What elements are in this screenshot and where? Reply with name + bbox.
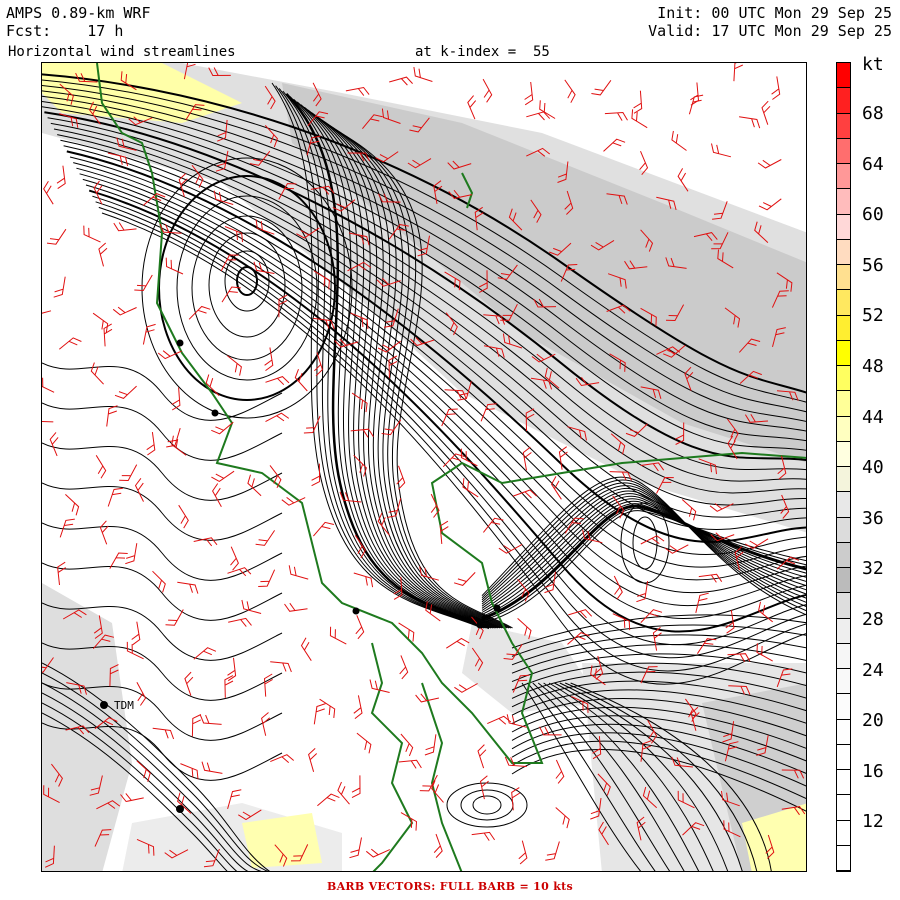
colorbar-segment <box>837 340 850 366</box>
colorbar-segment <box>837 189 850 215</box>
colorbar-segment <box>837 694 850 720</box>
colorbar-segment <box>837 467 850 493</box>
colorbar-tick-label: 32 <box>862 558 884 580</box>
colorbar-segment <box>837 164 850 190</box>
barb-legend: BARB VECTORS: FULL BARB = 10 kts <box>327 880 573 893</box>
colorbar-segment <box>837 820 850 846</box>
colorbar-segment <box>837 845 850 871</box>
colorbar-segment <box>837 744 850 770</box>
colorbar-tick-label: 24 <box>862 659 884 681</box>
colorbar-segment <box>837 265 850 291</box>
colorbar-segment <box>837 643 850 669</box>
colorbar-segment <box>837 770 850 796</box>
colorbar-segment <box>837 441 850 467</box>
colorbar-segment <box>837 88 850 114</box>
colorbar-tick-label: 44 <box>862 406 884 428</box>
colorbar-tick-label: 36 <box>862 507 884 529</box>
wind-speed-colorbar <box>836 62 851 872</box>
colorbar-segment <box>837 517 850 543</box>
colorbar-segment <box>837 795 850 821</box>
colorbar-segment <box>837 239 850 265</box>
colorbar-segment <box>837 669 850 695</box>
colorbar-tick-label: 48 <box>862 356 884 377</box>
colorbar-unit: kt <box>862 54 884 75</box>
colorbar-tick-label: 16 <box>862 760 884 782</box>
colorbar-segment <box>837 568 850 594</box>
station-markers: TDM <box>100 339 501 813</box>
map-panel: TDM <box>41 62 807 872</box>
colorbar-segment <box>837 391 850 417</box>
forecast-hour: Fcst: 17 h <box>6 22 124 40</box>
colorbar-tick-label: 52 <box>862 305 884 327</box>
colorbar-segment <box>837 618 850 644</box>
colorbar-segment <box>837 214 850 240</box>
field-title: Horizontal wind streamlines <box>8 44 236 60</box>
station-tdm-marker <box>100 701 108 709</box>
colorbar-segment <box>837 492 850 518</box>
level-label: at k-index = 55 <box>415 44 550 60</box>
colorbar-segment <box>837 315 850 341</box>
colorbar-tick-label: 20 <box>862 710 884 732</box>
streamline-map: TDM <box>42 63 806 871</box>
colorbar-tick-label: 60 <box>862 204 884 226</box>
colorbar-segment <box>837 593 850 619</box>
colorbar-tick-label: 12 <box>862 811 884 833</box>
colorbar-segment <box>837 719 850 745</box>
colorbar-segment <box>837 290 850 316</box>
colorbar-tick-label: 64 <box>862 153 884 175</box>
colorbar-segment <box>837 63 850 89</box>
colorbar-segment <box>837 113 850 139</box>
valid-time: Valid: 17 UTC Mon 29 Sep 25 <box>648 22 892 40</box>
colorbar-tick-label: 56 <box>862 254 884 276</box>
colorbar-tick-label: 40 <box>862 457 884 479</box>
colorbar-tick-label: 28 <box>862 609 884 630</box>
init-time: Init: 00 UTC Mon 29 Sep 25 <box>657 4 892 22</box>
colorbar-segment <box>837 138 850 164</box>
colorbar-segment <box>837 366 850 392</box>
station-tdm-label: TDM <box>114 699 134 712</box>
colorbar-tick-label: 68 <box>862 103 884 124</box>
colorbar-segment <box>837 542 850 568</box>
colorbar-segment <box>837 416 850 442</box>
model-title: AMPS 0.89-km WRF <box>6 4 151 22</box>
